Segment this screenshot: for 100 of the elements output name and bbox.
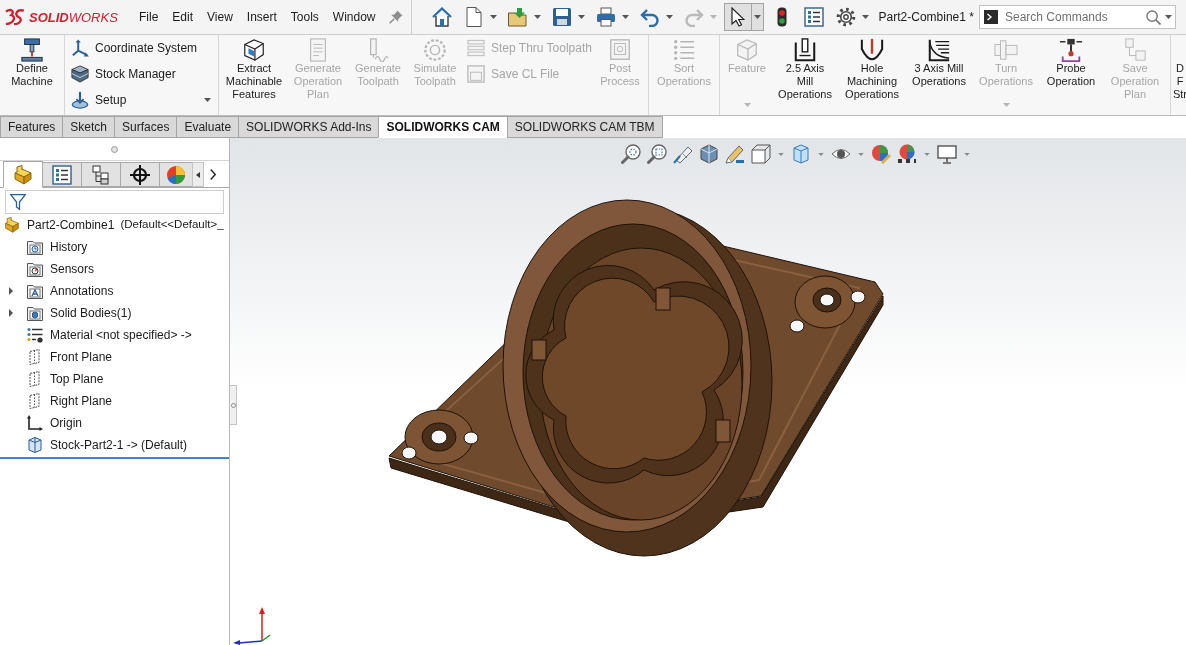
ribbon-button[interactable]: Setup [69, 87, 214, 113]
pocket-tool-icon [793, 38, 817, 62]
setup-pin-icon [71, 91, 89, 109]
pencil-icon [725, 144, 745, 164]
ribbon-button[interactable]: Stock Manager [69, 61, 214, 87]
tree-item[interactable]: Sensors [50, 260, 95, 278]
plane-icon [27, 349, 43, 365]
menu-item[interactable]: Edit [165, 5, 201, 29]
search-field[interactable]: Search Commands [979, 5, 1176, 29]
ribbon-tab[interactable]: Evaluate [176, 116, 240, 138]
tree-item[interactable]: History [50, 238, 88, 256]
caret-icon [710, 15, 718, 19]
graphics-area[interactable] [230, 138, 1186, 645]
view-tool-button[interactable] [646, 143, 668, 165]
file-box-icon [467, 65, 485, 83]
tree-item[interactable]: Annotations [50, 282, 114, 300]
pin-icon [388, 10, 403, 24]
expander-arrow-icon[interactable] [9, 309, 13, 317]
tilted-view-icon [673, 144, 693, 164]
caret-icon [753, 15, 761, 19]
tree-item[interactable]: Stock-Part2-1 -> (Default) [50, 436, 188, 454]
part-blocks-icon [13, 164, 33, 185]
origin-axes-icon [27, 415, 43, 431]
ribbon-tab[interactable]: Features [0, 116, 64, 138]
panel-collapse-handle[interactable] [230, 385, 237, 425]
magnifier-circle-icon [621, 144, 641, 164]
caret-icon [534, 15, 542, 19]
menu-item[interactable]: View [200, 5, 240, 29]
cube-frame-icon [751, 144, 771, 164]
checklist-icon [803, 7, 824, 27]
caret-icon [818, 152, 824, 156]
part-blocks-icon [4, 217, 20, 233]
property-list-icon [52, 164, 72, 185]
folder-gauge-icon [27, 261, 43, 277]
panel-tab[interactable] [120, 162, 160, 187]
shaded-cube-icon [791, 144, 811, 164]
ribbon-button[interactable]: 3 Axis Mill Operations [907, 37, 971, 113]
stock-block-icon [27, 437, 43, 453]
ribbon-button[interactable]: 2.5 Axis Mill Operations [773, 37, 837, 113]
cube-icon [242, 38, 266, 62]
grip-dot-icon[interactable] [111, 145, 118, 153]
menu-item[interactable]: Insert [239, 5, 284, 29]
filter-field[interactable] [5, 190, 224, 214]
tree-item[interactable]: Material <not specified> -> [50, 326, 192, 344]
ribbon-button[interactable]: Extract Machinable Features [223, 37, 285, 113]
folder-clock-icon [27, 239, 43, 255]
settings-icon [835, 7, 856, 27]
view-tool-button[interactable] [936, 143, 958, 165]
stepped-shaft-icon [994, 38, 1018, 62]
gear-part-icon [423, 38, 447, 62]
section-cube-icon [699, 144, 719, 164]
ribbon-tab[interactable]: Sketch [62, 116, 116, 138]
view-tool-button[interactable] [724, 143, 746, 165]
view-tool-button[interactable] [750, 143, 772, 165]
ribbon-button[interactable]: Hole Machining Operations [840, 37, 904, 113]
caret-icon [490, 15, 498, 19]
tree-item[interactable]: Top Plane [50, 370, 104, 388]
probe-icon [1059, 38, 1083, 62]
tree-item[interactable]: Right Plane [50, 392, 113, 410]
tree-item[interactable]: Solid Bodies(1) [50, 304, 132, 322]
caret-icon [862, 15, 870, 19]
expander-arrow-icon[interactable] [9, 287, 13, 295]
ribbon-button[interactable]: Probe Operation [1041, 37, 1101, 113]
tree-item[interactable]: Front Plane [50, 348, 113, 366]
view-tool-button[interactable] [896, 143, 918, 165]
ribbon-tab[interactable]: SOLIDWORKS Add-Ins [238, 116, 380, 138]
ribbon-tab[interactable]: SOLIDWORKS CAM [378, 116, 508, 138]
printer-icon [595, 7, 616, 27]
document-icon [465, 7, 482, 27]
stacked-bars-icon [467, 39, 485, 57]
view-tool-button[interactable] [620, 143, 642, 165]
menu-item[interactable]: Window [325, 5, 383, 29]
view-tool-button[interactable] [698, 143, 720, 165]
scroll-left-button[interactable] [192, 162, 204, 187]
ribbon-button[interactable]: D F Str [1171, 37, 1186, 113]
color-ball-checker-icon [897, 144, 917, 164]
folder-cube-icon [27, 305, 43, 321]
monitor-icon [937, 144, 957, 164]
caret-icon [778, 152, 784, 156]
menu-item[interactable]: Tools [283, 5, 326, 29]
configuration-tree-icon [91, 164, 111, 185]
logo-icon [3, 8, 25, 26]
terminal-icon [984, 10, 998, 24]
triangle-left-icon [196, 171, 200, 178]
ribbon-tab[interactable]: Surfaces [114, 116, 178, 138]
square-target-icon [608, 38, 632, 62]
ribbon-button[interactable]: Define Machine [4, 37, 60, 113]
folder-triangle-icon [27, 283, 43, 299]
numbered-list-icon [672, 38, 696, 62]
plane-icon [27, 371, 43, 387]
ribbon-button[interactable]: Coordinate System [69, 35, 214, 61]
search-icon [1146, 10, 1161, 25]
surface-lines-icon [927, 38, 951, 62]
tree-item[interactable]: Part2-Combine1 [27, 216, 115, 234]
tree-item[interactable]: Origin [50, 414, 82, 432]
logo-text: SOLIDWORKS [29, 10, 118, 24]
menu-item[interactable]: File [132, 5, 166, 29]
select-button[interactable] [723, 3, 752, 31]
ribbon-tab[interactable]: SOLIDWORKS CAM TBM [506, 116, 663, 138]
caret-icon [666, 15, 674, 19]
